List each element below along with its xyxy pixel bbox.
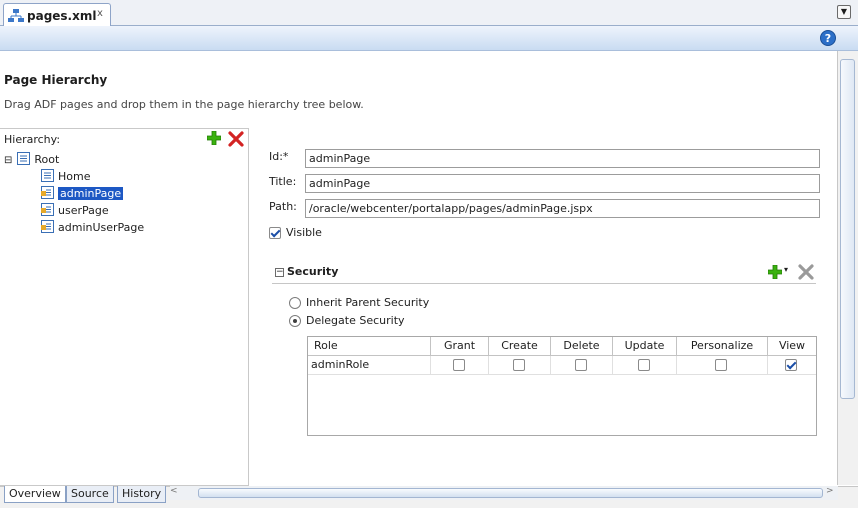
tree-item-home[interactable]: Home bbox=[41, 168, 90, 185]
editor-tab-strip bbox=[0, 0, 858, 26]
path-field[interactable] bbox=[305, 199, 820, 218]
help-icon[interactable]: ? bbox=[820, 30, 836, 46]
inherit-parent-security-radio[interactable] bbox=[289, 297, 301, 309]
tree-item-label: Root bbox=[34, 153, 60, 166]
column-header-view[interactable]: View bbox=[768, 337, 816, 356]
column-header-create[interactable]: Create bbox=[489, 337, 551, 356]
view-cell bbox=[768, 356, 816, 375]
page-title: Page Hierarchy bbox=[4, 73, 108, 87]
visible-checkbox[interactable] bbox=[269, 227, 281, 239]
page-node-icon bbox=[17, 152, 31, 165]
delegate-security-radio[interactable] bbox=[289, 315, 301, 327]
delegate-security-label: Delegate Security bbox=[306, 314, 405, 327]
scroll-left-icon[interactable]: < bbox=[170, 486, 178, 496]
add-role-dropdown-icon[interactable]: ▾ bbox=[784, 265, 788, 274]
close-tab-icon[interactable]: x bbox=[97, 8, 103, 19]
grant-cell bbox=[431, 356, 489, 375]
tree-item-root[interactable]: ⊟ Root bbox=[4, 151, 59, 168]
tab-overview[interactable]: Overview bbox=[4, 486, 66, 503]
page-icon bbox=[41, 169, 54, 182]
add-role-icon[interactable] bbox=[768, 265, 782, 279]
delete-page-icon[interactable] bbox=[228, 131, 244, 147]
id-field[interactable] bbox=[305, 149, 820, 168]
column-header-role[interactable]: Role bbox=[308, 337, 431, 356]
delete-role-icon[interactable] bbox=[798, 264, 814, 280]
page-description: Drag ADF pages and drop them in the page… bbox=[4, 98, 364, 111]
create-cell bbox=[489, 356, 551, 375]
tab-pages-xml[interactable]: pages.xml x bbox=[3, 3, 111, 27]
column-header-personalize[interactable]: Personalize bbox=[677, 337, 768, 356]
personalize-cell bbox=[677, 356, 768, 375]
title-label: Title: bbox=[269, 175, 297, 188]
tab-source[interactable]: Source bbox=[66, 486, 114, 503]
collapse-section-icon[interactable]: − bbox=[275, 268, 284, 277]
update-cell bbox=[613, 356, 677, 375]
tree-item-label: userPage bbox=[58, 204, 109, 217]
hierarchy-file-icon bbox=[8, 9, 24, 22]
tree-item-label: adminUserPage bbox=[58, 221, 145, 234]
grant-checkbox[interactable] bbox=[453, 359, 465, 371]
secured-page-icon bbox=[41, 220, 54, 233]
column-header-grant[interactable]: Grant bbox=[431, 337, 489, 356]
personalize-checkbox[interactable] bbox=[715, 359, 727, 371]
vertical-scrollbar-thumb[interactable] bbox=[840, 59, 855, 399]
tree-item-label: adminPage bbox=[58, 187, 124, 200]
column-header-delete[interactable]: Delete bbox=[551, 337, 613, 356]
delete-cell bbox=[551, 356, 613, 375]
add-page-icon[interactable] bbox=[207, 131, 221, 145]
title-field[interactable] bbox=[305, 174, 820, 193]
create-checkbox[interactable] bbox=[513, 359, 525, 371]
update-checkbox[interactable] bbox=[638, 359, 650, 371]
hierarchy-panel bbox=[0, 128, 249, 486]
collapse-icon[interactable]: ⊟ bbox=[4, 155, 12, 166]
delete-checkbox[interactable] bbox=[575, 359, 587, 371]
inherit-parent-security-label: Inherit Parent Security bbox=[306, 296, 430, 309]
id-label: Id:* bbox=[269, 150, 289, 163]
tree-item-label: Home bbox=[58, 170, 91, 183]
path-label: Path: bbox=[269, 200, 297, 213]
tree-item-adminpage[interactable]: adminPage bbox=[41, 185, 124, 202]
role-cell[interactable]: adminRole bbox=[308, 356, 431, 375]
tab-title: pages.xml bbox=[27, 9, 97, 23]
scroll-right-icon[interactable]: > bbox=[826, 486, 834, 496]
secured-page-icon bbox=[41, 186, 54, 199]
tree-item-adminuserpage[interactable]: adminUserPage bbox=[41, 219, 144, 236]
view-checkbox[interactable] bbox=[785, 359, 797, 371]
editor-toolbar bbox=[0, 26, 858, 51]
tree-item-userpage[interactable]: userPage bbox=[41, 202, 109, 219]
horizontal-scrollbar-thumb[interactable] bbox=[198, 488, 823, 498]
visible-label: Visible bbox=[286, 226, 322, 239]
security-title: Security bbox=[287, 265, 339, 278]
hierarchy-label: Hierarchy: bbox=[4, 133, 61, 146]
secured-page-icon bbox=[41, 203, 54, 216]
tab-history[interactable]: History bbox=[117, 486, 167, 503]
role-permissions-table: Role Grant Create Delete Update Personal… bbox=[307, 336, 817, 436]
column-header-update[interactable]: Update bbox=[613, 337, 677, 356]
security-section-header bbox=[272, 262, 816, 284]
tab-list-dropdown-button[interactable]: ▼ bbox=[837, 5, 851, 19]
